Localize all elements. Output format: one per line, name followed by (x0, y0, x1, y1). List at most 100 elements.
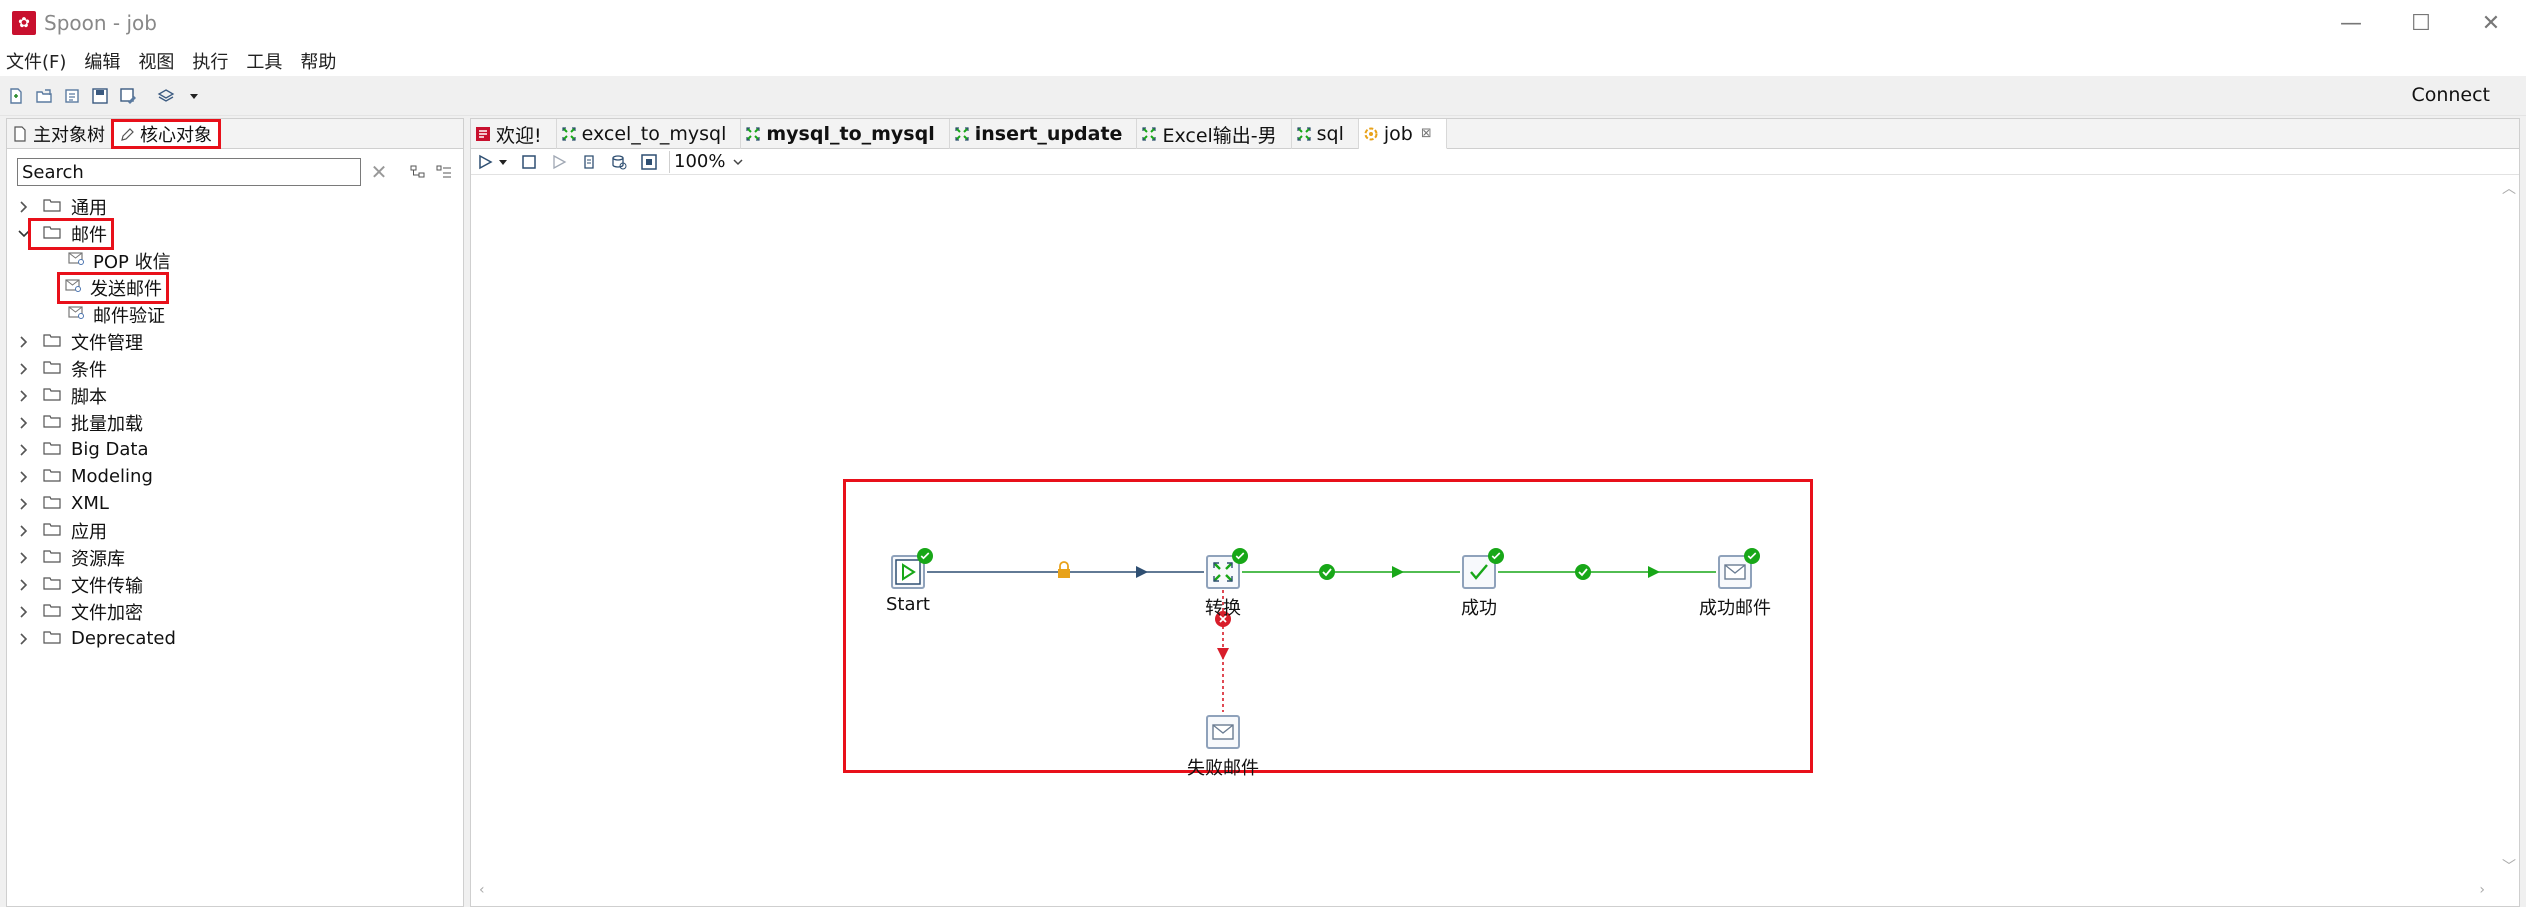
tree-folder-node-7[interactable]: 脚本 (7, 382, 463, 409)
tree-item-content: Big Data (31, 439, 152, 460)
chevron-right-icon[interactable] (17, 362, 31, 376)
menu-help[interactable]: 帮助 (300, 48, 336, 74)
chevron-right-icon[interactable] (17, 578, 31, 592)
menu-tools[interactable]: 工具 (246, 48, 282, 74)
tab-excel[interactable]: Excel输出-男 (1137, 119, 1292, 149)
tree-folder-node-14[interactable]: 文件传输 (7, 571, 463, 598)
tree-folder-deprecated[interactable]: Deprecated (7, 625, 463, 652)
tab-excel-to-mysql[interactable]: excel_to_mysql (557, 119, 742, 149)
tree-item-label: 条件 (71, 359, 107, 381)
job-entry-label: 成功 (1461, 598, 1497, 619)
menu-run[interactable]: 执行 (192, 48, 228, 74)
expand-all-icon[interactable] (409, 163, 427, 181)
tree-leaf-pop[interactable]: POP 收信 (7, 247, 463, 274)
tree-folder-node-1[interactable]: 邮件 (7, 217, 463, 250)
menu-view[interactable]: 视图 (138, 48, 174, 74)
canvas-toolbar: 100% (471, 149, 2519, 175)
replay-icon[interactable] (579, 152, 599, 172)
tree-item-content: POP 收信 (63, 248, 175, 274)
tree-folder-node-12[interactable]: 应用 (7, 517, 463, 544)
chevron-right-icon[interactable] (17, 335, 31, 349)
tree-item-content: Deprecated (31, 628, 180, 649)
tree-leaf-node-3[interactable]: 发送邮件 (7, 271, 463, 304)
maximize-button[interactable]: ☐ (2386, 0, 2456, 46)
explore-icon[interactable] (62, 86, 82, 106)
chevron-right-icon[interactable] (17, 551, 31, 565)
vertical-scrollbar[interactable]: ︿ ﹀ (2497, 176, 2519, 878)
left-panel: 主对象树 核心对象 ✕ 通用邮件 POP 收信发送邮件邮件验证文件管理条件脚本批量… (6, 118, 464, 907)
sql-icon[interactable] (609, 152, 629, 172)
job-entry-fail-mail[interactable] (1206, 715, 1240, 749)
main-toolbar (0, 76, 2526, 116)
tab-main-object-tree[interactable]: 主对象树 (7, 119, 111, 148)
connect-button[interactable]: Connect (2411, 84, 2490, 106)
scroll-left-icon[interactable]: ‹ (479, 882, 485, 898)
tab-label: excel_to_mysql (581, 123, 727, 145)
scroll-up-icon[interactable]: ︿ (2502, 178, 2516, 198)
menu-file[interactable]: 文件(F) (6, 48, 66, 74)
folder-icon (31, 466, 71, 487)
tree-item-content: 脚本 (31, 383, 111, 409)
tree-folder-big-data[interactable]: Big Data (7, 436, 463, 463)
tree-folder-node-0[interactable]: 通用 (7, 193, 463, 220)
tab-sql[interactable]: sql (1292, 119, 1359, 149)
chevron-right-icon[interactable] (17, 443, 31, 457)
clear-search-icon[interactable]: ✕ (367, 160, 391, 184)
chevron-right-icon[interactable] (17, 416, 31, 430)
tab-label: mysql_to_mysql (766, 123, 935, 145)
stop-icon[interactable] (519, 152, 539, 172)
fit-screen-icon[interactable] (639, 152, 659, 172)
folder-icon (31, 520, 71, 541)
preview-icon[interactable] (549, 152, 569, 172)
tree-folder-node-5[interactable]: 文件管理 (7, 328, 463, 355)
minimize-button[interactable]: — (2316, 0, 2386, 46)
tree-folder-modeling[interactable]: Modeling (7, 463, 463, 490)
chevron-right-icon[interactable] (17, 605, 31, 619)
tab-mysql-to-mysql[interactable]: mysql_to_mysql (741, 119, 950, 149)
job-canvas[interactable]: Start 转换 成功 成功邮件 失败邮件 (471, 176, 2497, 878)
folder-icon (31, 385, 71, 406)
new-file-icon[interactable] (6, 86, 26, 106)
tree-item-label: 批量加载 (71, 413, 143, 435)
chevron-right-icon[interactable] (17, 389, 31, 403)
dropdown-icon[interactable] (184, 86, 204, 106)
zoom-select[interactable]: 100% (669, 150, 745, 173)
scroll-right-icon[interactable]: › (2479, 882, 2485, 898)
play-icon (895, 559, 921, 585)
tree-folder-node-8[interactable]: 批量加载 (7, 409, 463, 436)
tree-item-label: Modeling (71, 466, 153, 487)
tab-label: Excel输出-男 (1162, 124, 1277, 147)
run-icon[interactable] (475, 152, 495, 172)
mail-entry-icon (63, 250, 93, 271)
tree-folder-node-15[interactable]: 文件加密 (7, 598, 463, 625)
search-input[interactable] (17, 158, 361, 186)
chevron-right-icon[interactable] (17, 632, 31, 646)
close-button[interactable]: ✕ (2456, 0, 2526, 46)
tab-job[interactable]: job ⊠ (1358, 119, 1447, 149)
chevron-right-icon[interactable] (17, 200, 31, 214)
tree-folder-node-6[interactable]: 条件 (7, 355, 463, 382)
tree-leaf-node-4[interactable]: 邮件验证 (7, 301, 463, 328)
tab-insert-update[interactable]: insert_update (950, 119, 1138, 149)
tree-folder-node-13[interactable]: 资源库 (7, 544, 463, 571)
open-icon[interactable] (34, 86, 54, 106)
chevron-right-icon[interactable] (17, 470, 31, 484)
close-tab-icon[interactable]: ⊠ (1421, 126, 1432, 141)
spoon-window: ✿ Spoon - job — ☐ ✕ 文件(F) 编辑 视图 执行 工具 帮助 (0, 0, 2526, 907)
run-dropdown-icon[interactable] (497, 152, 509, 172)
tab-editor-0[interactable]: 欢迎! (471, 119, 557, 149)
collapse-all-icon[interactable] (435, 163, 453, 181)
scroll-down-icon[interactable]: ﹀ (2502, 856, 2516, 876)
chevron-right-icon[interactable] (17, 524, 31, 538)
menu-edit[interactable]: 编辑 (84, 48, 120, 74)
menu-bar: 文件(F) 编辑 视图 执行 工具 帮助 (0, 46, 2526, 76)
save-as-icon[interactable] (118, 86, 138, 106)
chevron-down-icon[interactable] (17, 227, 31, 241)
horizontal-scrollbar[interactable]: ‹ › (471, 878, 2519, 906)
tree-folder-xml[interactable]: XML (7, 490, 463, 517)
save-icon[interactable] (90, 86, 110, 106)
tab-core-objects[interactable]: 核心对象 (111, 119, 221, 149)
tree-item-label: 发送邮件 (90, 278, 162, 300)
chevron-right-icon[interactable] (17, 497, 31, 511)
layers-icon[interactable] (156, 86, 176, 106)
